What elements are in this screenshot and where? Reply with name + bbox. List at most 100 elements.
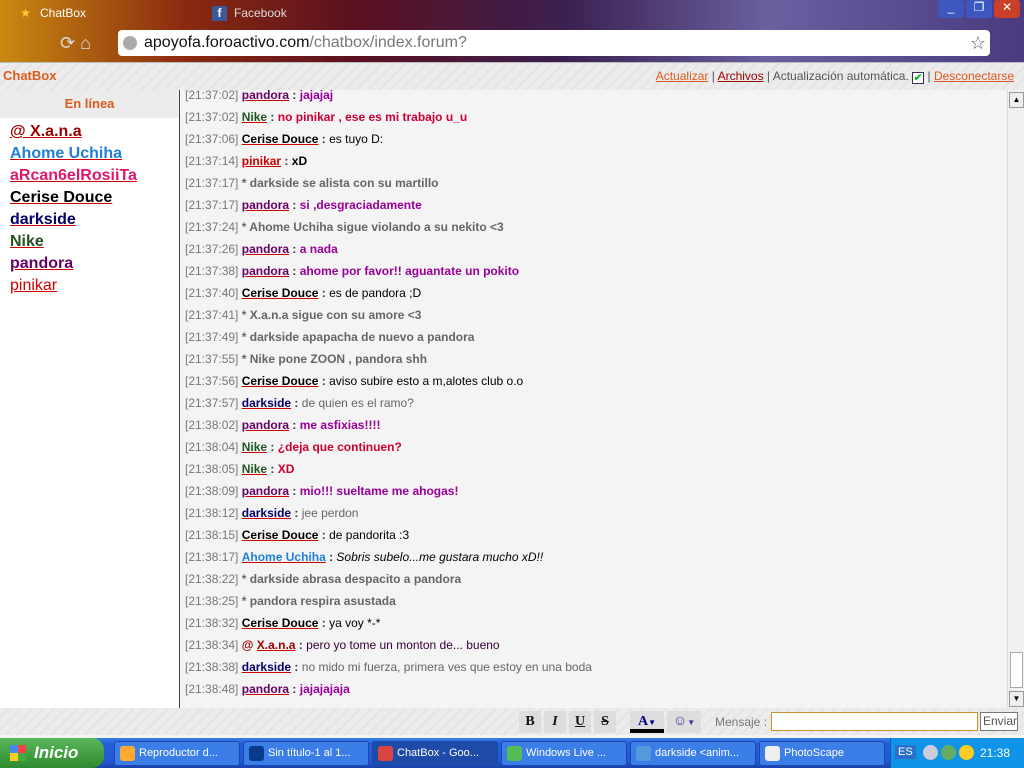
online-user[interactable]: Ahome Uchiha [10,143,179,165]
online-user[interactable]: aRcan6elRosiiTa [10,165,179,187]
browser-chrome: ★ ChatBox f Facebook _ ❐ ✕ ⟳ ⌂ apoyofa.foroa… [0,0,1024,62]
start-button[interactable]: Inicio [0,738,104,768]
tab-chatbox[interactable]: ★ ChatBox [6,2,94,24]
message-time: [21:38:38] [185,660,239,674]
message-user[interactable]: darkside [242,506,291,520]
clock: 21:38 [979,746,1010,760]
online-user[interactable]: Cerise Douce [10,187,179,209]
message-user[interactable]: pandora [242,484,289,498]
taskbar-item[interactable]: Sin título-1 al 1... [243,741,369,766]
chat-message: [21:37:17] pandora : si ,desgraciadament… [185,198,422,212]
language-indicator[interactable]: ES [895,745,916,759]
underline-button[interactable]: U [569,711,591,733]
close-button[interactable]: ✕ [994,0,1020,18]
message-user[interactable]: darkside [242,396,291,410]
online-user[interactable]: pandora [10,253,179,275]
message-text: es tuyo D: [329,132,384,146]
tab-facebook[interactable]: f Facebook [200,2,295,24]
message-user[interactable]: Nike [242,110,267,124]
bold-button[interactable]: B [519,711,541,733]
taskbar-item[interactable]: Windows Live ... [501,741,627,766]
message-user[interactable]: pandora [242,198,289,212]
chat-message: [21:37:57] darkside : de quien es el ram… [185,396,414,410]
message-text: no mido mi fuerza, primera ves que estoy… [301,660,592,674]
message-user[interactable]: Cerise Douce [242,528,319,542]
italic-button[interactable]: I [544,711,566,733]
message-text: jajajaj [299,90,334,102]
message-text: ¿deja que continuen? [277,440,402,454]
message-time: [21:37:26] [185,242,239,256]
message-user[interactable]: Cerise Douce [242,374,319,388]
scroll-thumb[interactable] [1010,652,1023,688]
refresh-link[interactable]: Actualizar [656,69,709,83]
message-user[interactable]: pandora [242,264,289,278]
chat-message: [21:37:26] pandora : a nada [185,242,338,256]
message-user[interactable]: pandora [242,90,289,102]
minimize-button[interactable]: _ [938,0,964,18]
online-user[interactable]: @ X.a.n.a [10,121,179,143]
archives-link[interactable]: Archivos [718,69,764,83]
message-input[interactable] [771,712,978,731]
message-user[interactable]: darkside [242,660,291,674]
message-text: a nada [299,242,338,256]
message-text: de pandorita :3 [329,528,410,542]
message-user[interactable]: Ahome Uchiha [242,550,326,564]
taskbar-item[interactable]: PhotoScape [759,741,885,766]
message-user[interactable]: Nike [242,462,267,476]
message-user[interactable]: pandora [242,682,289,696]
message-text: me asfixias!!!! [299,418,381,432]
taskbar-item[interactable]: Reproductor d... [114,741,240,766]
address-bar[interactable]: apoyofa.foroactivo.com/chatbox/index.for… [118,30,990,56]
message-time: [21:38:32] [185,616,239,630]
antivirus-tray-icon[interactable] [959,745,974,760]
message-time: [21:37:38] [185,264,239,278]
taskbar-item[interactable]: darkside <anim... [630,741,756,766]
globe-icon [123,36,137,50]
message-time: [21:37:24] [185,220,239,234]
message-user[interactable]: Cerise Douce [242,286,319,300]
taskbar-item[interactable]: ChatBox - Goo... [372,741,498,766]
taskbar: Inicio Reproductor d... Sin título-1 al 1… [0,738,1024,768]
chat-message: [21:38:25] * pandora respira asustada [185,590,592,612]
message-user[interactable]: Cerise Douce [242,616,319,630]
action-text: * Nike pone ZOON , pandora shh [241,352,428,366]
home-icon[interactable]: ⌂ [80,33,91,53]
scroll-up-button[interactable]: ▲ [1009,92,1024,108]
chat-message: [21:37:55] * Nike pone ZOON , pandora sh… [185,348,592,370]
message-user[interactable]: Cerise Douce [242,132,319,146]
chat-messages: [21:37:02] pandora : jajajaj [21:37:02] N… [181,90,1007,708]
scroll-down-button[interactable]: ▼ [1009,691,1024,707]
message-user[interactable]: pinikar [242,154,281,168]
chat-message: [21:38:22] * darkside abrasa despacito a… [185,568,592,590]
bookmark-star-icon[interactable]: ☆ [970,30,986,56]
online-user[interactable]: Nike [10,231,179,253]
message-time: [21:38:15] [185,528,239,542]
maximize-button[interactable]: ❐ [966,0,992,18]
chat-message: [21:38:38] darkside : no mido mi fuerza,… [185,660,592,674]
online-user[interactable]: darkside [10,209,179,231]
send-button[interactable]: Enviar [980,712,1018,731]
chat-message: [21:37:02] Nike : no pinikar , ese es mi… [185,110,468,124]
chatbox-title: ChatBox [3,68,57,83]
message-text: pero yo tome un monton de... bueno [306,638,500,652]
smiley-button[interactable]: ☺▼ [667,711,701,733]
message-time: [21:38:12] [185,506,239,520]
message-user[interactable]: Nike [242,440,267,454]
strike-button[interactable]: S [594,711,616,733]
online-users-list: @ X.a.n.a Ahome Uchiha aRcan6elRosiiTa Ceri… [0,118,179,297]
action-text: * darkside apapacha de nuevo a pandora [241,330,475,344]
message-text: mio!!! sueltame me ahogas! [299,484,459,498]
reload-icon[interactable]: ⟳ [60,33,75,53]
tray-expand-icon[interactable] [923,745,938,760]
message-user[interactable]: pandora [242,242,289,256]
message-user[interactable]: X.a.n.a [257,638,296,652]
message-time: [21:38:05] [185,462,239,476]
online-user[interactable]: pinikar [10,275,179,297]
messenger-tray-icon[interactable] [941,745,956,760]
scrollbar[interactable]: ▲ ▼ [1007,90,1024,708]
auto-update-checkbox[interactable]: ✔ [912,72,925,84]
online-title: En línea [0,90,179,118]
message-user[interactable]: pandora [242,418,289,432]
disconnect-link[interactable]: Desconectarse [934,69,1014,83]
font-color-button[interactable]: A▼ [630,711,664,733]
